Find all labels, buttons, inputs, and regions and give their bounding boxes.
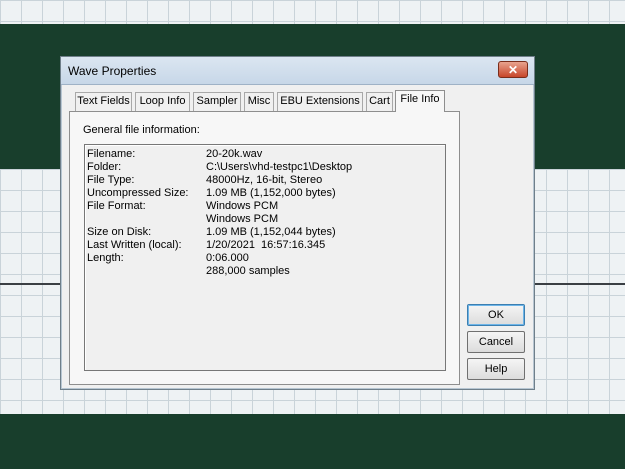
tab-misc[interactable]: Misc [244,92,274,111]
info-label: Filename: [87,148,136,160]
close-button[interactable]: ✕ [498,61,528,78]
info-value: 20-20k.wav [206,148,263,160]
info-label: File Type: [87,174,135,186]
info-value: C:\Users\vhd-testpc1\Desktop [206,161,353,173]
info-label: Folder: [87,161,122,173]
info-value: 1.09 MB (1,152,000 bytes) [206,187,336,199]
title-bar[interactable]: Wave Properties ✕ [61,57,534,85]
wave-properties-dialog: Wave Properties ✕ Text Fields Loop Info … [60,56,535,390]
info-value: 48000Hz, 16-bit, Stereo [206,174,323,186]
ok-button[interactable]: OK [467,304,525,326]
info-label: Length: [87,252,124,264]
tab-file-info[interactable]: File Info [395,90,445,112]
dialog-title: Wave Properties [68,64,157,78]
waveform-grid-top [0,0,625,24]
info-value: Windows PCM [206,213,279,225]
close-icon: ✕ [507,63,519,77]
cancel-button[interactable]: Cancel [467,331,525,353]
tab-cart[interactable]: Cart [366,92,393,111]
tab-loop-info[interactable]: Loop Info [135,92,190,111]
info-label: Uncompressed Size: [87,187,189,199]
info-value: 288,000 samples [206,265,290,277]
tab-ebu-extensions[interactable]: EBU Extensions [277,92,363,111]
info-label: Size on Disk: [87,226,152,238]
file-info-panel: General file information: Filename: 20-2… [69,111,460,385]
info-value: 1.09 MB (1,152,044 bytes) [206,226,336,238]
info-value: Windows PCM [206,200,279,212]
tab-sampler[interactable]: Sampler [193,92,241,111]
info-label: Last Written (local): [87,239,182,251]
section-label: General file information: [83,124,200,136]
tab-text-fields[interactable]: Text Fields [75,92,132,111]
waveform-track-bottom [0,414,625,469]
file-info-box[interactable]: Filename: 20-20k.wav Folder: C:\Users\vh… [84,144,446,371]
info-value: 1/20/2021 16:57:16.345 [206,239,326,251]
info-value: 0:06.000 [206,252,249,264]
info-label: File Format: [87,200,146,212]
help-button[interactable]: Help [467,358,525,380]
